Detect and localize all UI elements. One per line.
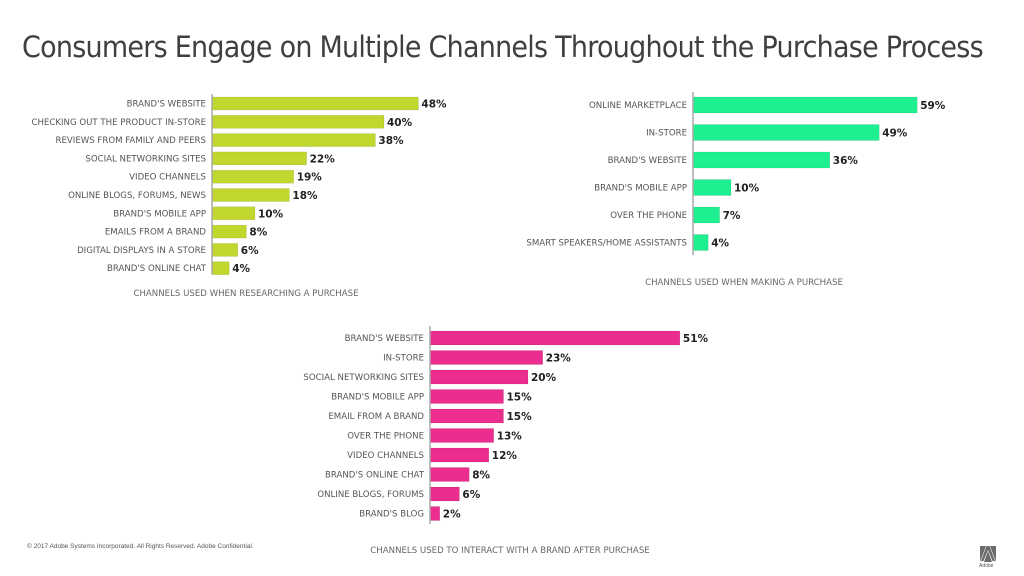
value-label: 23% bbox=[546, 353, 572, 365]
bar-researching-3 bbox=[211, 151, 307, 166]
bar-purchasing-0 bbox=[692, 96, 918, 114]
bar-purchasing-5 bbox=[692, 234, 709, 251]
category-label: EMAILS FROM A BRAND bbox=[105, 228, 206, 238]
category-label: SMART SPEAKERS/HOME ASSISTANTS bbox=[526, 239, 687, 249]
category-label: DIGITAL DISPLAYS IN A STORE bbox=[77, 246, 206, 256]
value-label: 36% bbox=[833, 155, 859, 167]
category-label: BRAND'S ONLINE CHAT bbox=[107, 264, 207, 274]
category-label: SOCIAL NETWORKING SITES bbox=[303, 373, 424, 383]
bar-purchasing-2 bbox=[692, 151, 831, 169]
chart-researching: BRAND'S WEBSITE 48% CHECKING OUT THE PRODU… bbox=[31, 94, 447, 299]
bar-researching-8 bbox=[211, 243, 239, 257]
category-label: ONLINE BLOGS, FORUMS, NEWS bbox=[68, 191, 206, 201]
value-label: 8% bbox=[249, 227, 267, 239]
bar-after-purchase-4 bbox=[429, 408, 504, 424]
category-label: BRAND'S MOBILE APP bbox=[113, 209, 206, 219]
category-label: BRAND'S WEBSITE bbox=[127, 100, 206, 110]
bar-after-purchase-7 bbox=[429, 467, 470, 482]
value-label: 51% bbox=[683, 333, 709, 345]
value-label: 19% bbox=[297, 172, 323, 184]
category-label: EMAIL FROM A BRAND bbox=[328, 412, 424, 422]
chart-after-purchase: BRAND'S WEBSITE 51% IN-STORE 23% SOCIAL NETW… bbox=[303, 326, 709, 556]
value-label: 2% bbox=[443, 509, 461, 521]
bar-researching-0 bbox=[211, 96, 419, 111]
category-label: BRAND'S WEBSITE bbox=[608, 156, 687, 166]
bar-researching-9 bbox=[211, 261, 230, 276]
value-label: 6% bbox=[241, 245, 259, 257]
category-label: ONLINE BLOGS, FORUMS bbox=[317, 490, 424, 500]
value-label: 10% bbox=[258, 208, 284, 220]
chart-caption: CHANNELS USED WHEN RESEARCHING A PURCHAS… bbox=[133, 289, 358, 299]
category-label: ONLINE MARKETPLACE bbox=[589, 101, 687, 111]
value-label: 7% bbox=[723, 210, 741, 222]
category-label: BRAND'S WEBSITE bbox=[345, 334, 424, 344]
category-label: BRAND'S BLOG bbox=[359, 510, 424, 520]
value-label: 8% bbox=[472, 470, 490, 482]
bar-purchasing-4 bbox=[692, 206, 720, 224]
category-label: OVER THE PHONE bbox=[347, 432, 424, 442]
value-label: 48% bbox=[421, 99, 447, 111]
bar-researching-6 bbox=[211, 206, 256, 221]
category-label: CHECKING OUT THE PRODUCT IN-STORE bbox=[31, 118, 206, 128]
value-label: 22% bbox=[310, 153, 336, 165]
value-label: 59% bbox=[920, 100, 946, 112]
category-label: BRAND'S ONLINE CHAT bbox=[325, 471, 425, 481]
value-label: 20% bbox=[531, 372, 557, 384]
category-label: IN-STORE bbox=[646, 129, 687, 139]
chart-caption: CHANNELS USED WHEN MAKING A PURCHASE bbox=[645, 278, 843, 288]
bar-purchasing-1 bbox=[692, 124, 880, 141]
bar-researching-4 bbox=[211, 169, 294, 184]
bar-researching-7 bbox=[211, 224, 247, 239]
bar-researching-1 bbox=[211, 115, 385, 129]
category-label: SOCIAL NETWORKING SITES bbox=[85, 154, 206, 164]
bar-researching-2 bbox=[211, 133, 376, 147]
copyright-footer: © 2017 Adobe Systems Incorporated. All R… bbox=[27, 543, 254, 550]
chart-caption: CHANNELS USED TO INTERACT WITH A BRAND A… bbox=[370, 546, 649, 556]
value-label: 6% bbox=[462, 489, 480, 501]
value-label: 40% bbox=[387, 117, 413, 129]
bar-after-purchase-2 bbox=[429, 369, 529, 385]
category-label: VIDEO CHANNELS bbox=[347, 451, 424, 461]
value-label: 4% bbox=[711, 238, 729, 250]
chart-purchasing: ONLINE MARKETPLACE 59% IN-STORE 49% BRAND'S … bbox=[526, 92, 946, 288]
category-label: REVIEWS FROM FAMILY AND PEERS bbox=[56, 136, 207, 146]
value-label: 10% bbox=[734, 183, 760, 195]
category-label: IN-STORE bbox=[383, 354, 424, 364]
charts-canvas: BRAND'S WEBSITE 48% CHECKING OUT THE PRODU… bbox=[31, 92, 946, 556]
bar-after-purchase-9 bbox=[429, 506, 441, 521]
value-label: 12% bbox=[492, 450, 518, 462]
value-label: 13% bbox=[497, 431, 523, 443]
bar-after-purchase-8 bbox=[429, 486, 460, 502]
category-label: OVER THE PHONE bbox=[610, 211, 687, 221]
value-label: 18% bbox=[292, 190, 318, 202]
value-label: 15% bbox=[507, 392, 533, 404]
bar-researching-5 bbox=[211, 188, 290, 202]
value-label: 15% bbox=[507, 411, 533, 423]
bar-after-purchase-5 bbox=[429, 428, 495, 443]
category-label: BRAND'S MOBILE APP bbox=[594, 184, 687, 194]
bar-after-purchase-0 bbox=[429, 330, 681, 346]
value-label: 4% bbox=[232, 263, 250, 275]
bar-after-purchase-1 bbox=[429, 350, 543, 365]
bar-after-purchase-3 bbox=[429, 389, 504, 404]
category-label: BRAND'S MOBILE APP bbox=[331, 393, 424, 403]
adobe-logo-text: Adobe bbox=[979, 563, 994, 569]
bar-after-purchase-6 bbox=[429, 447, 490, 463]
value-label: 38% bbox=[378, 135, 404, 147]
value-label: 49% bbox=[882, 128, 908, 140]
category-label: VIDEO CHANNELS bbox=[129, 173, 206, 183]
bar-purchasing-3 bbox=[692, 179, 732, 196]
